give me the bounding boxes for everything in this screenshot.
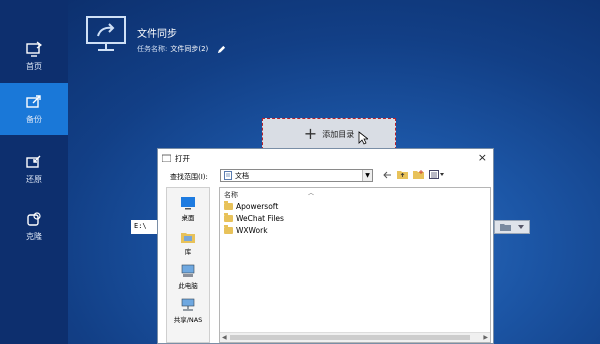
place-this-pc[interactable]: 此电脑 <box>167 259 209 290</box>
sort-caret-icon: ︿ <box>308 190 315 197</box>
task-name-row: 任务名称: 文件同步(2) <box>137 44 226 54</box>
sidebar: 首页 备份 还原 克隆 <box>0 0 68 344</box>
place-label: 桌面 <box>181 214 195 222</box>
look-in-label: 查找范围(I): <box>170 173 208 181</box>
folder-open-icon <box>500 224 511 231</box>
edit-pencil-icon[interactable] <box>217 45 226 54</box>
dialog-title: 打开 <box>175 153 190 163</box>
task-title: 文件同步 <box>137 29 177 40</box>
close-icon[interactable]: × <box>478 151 487 164</box>
sidebar-item-restore[interactable]: 还原 <box>0 143 68 195</box>
file-list: 名称 ︿ Apowersoft WeChat Files WXWork ◀ ▶ <box>219 187 491 343</box>
place-network[interactable]: 共享/NAS <box>167 293 209 324</box>
chevron-down-icon: ▼ <box>362 170 372 181</box>
sidebar-item-label: 备份 <box>26 114 42 124</box>
list-item[interactable]: WXWork <box>224 225 268 235</box>
task-name-label: 任务名称: <box>137 45 168 53</box>
dialog-folder-icon <box>162 154 171 162</box>
folder-icon <box>224 225 233 234</box>
list-item[interactable]: Apowersoft <box>224 201 279 211</box>
restore-icon <box>26 155 41 168</box>
scroll-right-icon[interactable]: ▶ <box>483 334 488 341</box>
desktop-icon <box>181 197 195 210</box>
network-icon <box>181 298 195 311</box>
scroll-left-icon[interactable]: ◀ <box>222 334 227 341</box>
place-label: 库 <box>184 248 192 256</box>
backup-icon <box>26 94 41 108</box>
sync-task-icon <box>86 16 126 51</box>
sidebar-item-label: 还原 <box>26 174 42 184</box>
source-path-field[interactable]: E:\ <box>131 220 158 234</box>
folder-icon <box>224 213 233 222</box>
sidebar-item-label: 克隆 <box>26 231 42 241</box>
list-item[interactable]: WeChat Files <box>224 213 284 223</box>
up-folder-icon[interactable] <box>397 170 408 179</box>
view-menu-icon[interactable] <box>429 170 444 179</box>
place-library[interactable]: 库 <box>167 225 209 256</box>
horizontal-scrollbar[interactable]: ◀ ▶ <box>220 332 490 342</box>
file-name: Apowersoft <box>236 202 279 211</box>
sidebar-item-backup[interactable]: 备份 <box>0 83 68 135</box>
place-label: 此电脑 <box>178 282 198 290</box>
place-label: 共享/NAS <box>173 316 203 324</box>
look-in-value: 文档 <box>235 171 249 180</box>
clone-icon <box>27 211 41 226</box>
add-directory-label: 添加目录 <box>322 129 355 139</box>
computer-icon <box>181 264 195 277</box>
file-name: WXWork <box>236 226 268 235</box>
places-bar: 桌面 库 此电脑 共享/NAS <box>166 187 210 343</box>
dialog-toolbar <box>383 170 444 179</box>
scroll-thumb[interactable] <box>230 335 470 340</box>
document-icon <box>224 171 232 180</box>
sidebar-item-home[interactable]: 首页 <box>0 30 68 82</box>
place-desktop[interactable]: 桌面 <box>167 191 209 222</box>
folder-icon <box>224 201 233 210</box>
open-file-dialog: 打开 × 查找范围(I): 文档 ▼ 桌面 库 此电脑 共享/NAS 名称 ︿ … <box>157 148 494 344</box>
chevron-down-icon <box>518 225 524 229</box>
back-arrow-icon[interactable] <box>383 171 392 179</box>
dialog-titlebar: 打开 <box>158 149 493 167</box>
library-icon <box>181 233 195 243</box>
task-name-value: 文件同步(2) <box>170 45 209 53</box>
mouse-cursor-icon <box>358 131 368 145</box>
column-header-name[interactable]: 名称 <box>224 190 238 200</box>
add-directory-button[interactable]: + 添加目录 <box>262 118 396 150</box>
home-monitor-icon <box>26 41 42 57</box>
browse-folder-button[interactable] <box>494 220 530 234</box>
new-folder-icon[interactable] <box>413 170 424 179</box>
sidebar-item-label: 首页 <box>26 61 42 71</box>
sidebar-item-clone[interactable]: 克隆 <box>0 200 68 252</box>
plus-icon: + <box>303 124 318 143</box>
file-name: WeChat Files <box>236 214 284 223</box>
look-in-select[interactable]: 文档 ▼ <box>220 169 373 182</box>
